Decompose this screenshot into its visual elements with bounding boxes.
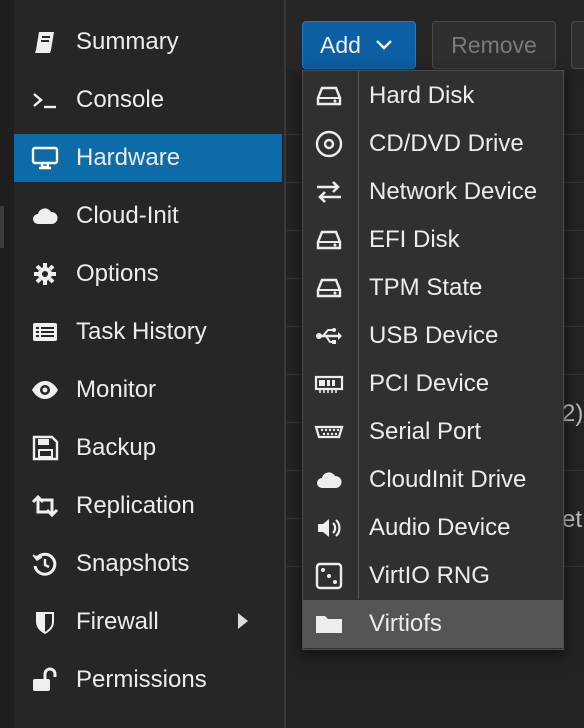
sidebar-item-monitor[interactable]: Monitor: [14, 366, 282, 414]
sidebar-item-console[interactable]: Console: [14, 76, 282, 124]
desktop-icon: [14, 145, 76, 171]
vm-sidebar: Summary Console Hardware Cloud-Init Opti…: [14, 0, 284, 728]
menu-item-efi-disk[interactable]: EFI Disk: [303, 216, 563, 264]
menu-item-serial-port[interactable]: Serial Port: [303, 408, 563, 456]
sidebar-item-hardware[interactable]: Hardware: [14, 134, 282, 182]
submenu-arrow-icon: [236, 611, 250, 636]
hdd-icon: [303, 82, 355, 110]
menu-item-tpm-state[interactable]: TPM State: [303, 264, 563, 312]
add-button-label: Add: [320, 31, 361, 58]
folder-icon: [303, 610, 355, 638]
sidebar-item-task-history[interactable]: Task History: [14, 308, 282, 356]
menu-item-cd-dvd-drive[interactable]: CD/DVD Drive: [303, 120, 563, 168]
terminal-icon: [14, 87, 76, 113]
menu-item-pci-device[interactable]: PCI Device: [303, 360, 563, 408]
sidebar-item-cloud-init[interactable]: Cloud-Init: [14, 192, 282, 240]
menu-item-cloudinit-drive[interactable]: CloudInit Drive: [303, 456, 563, 504]
menu-item-audio-device[interactable]: Audio Device: [303, 504, 563, 552]
eye-icon: [14, 377, 76, 403]
menu-item-network-device[interactable]: Network Device: [303, 168, 563, 216]
list-icon: [14, 319, 76, 345]
shield-icon: [14, 609, 76, 635]
sidebar-item-permissions[interactable]: Permissions: [14, 656, 282, 704]
hdd-icon: [303, 226, 355, 254]
history-icon: [14, 551, 76, 577]
cloud-icon: [303, 466, 355, 494]
sidebar-item-snapshots[interactable]: Snapshots: [14, 540, 282, 588]
sidebar-item-firewall[interactable]: Firewall: [14, 598, 282, 646]
unlock-icon: [14, 667, 76, 693]
row-value-fragment: 2): [562, 400, 584, 427]
exchange-icon: [303, 178, 355, 206]
menu-item-hard-disk[interactable]: Hard Disk: [303, 72, 563, 120]
floppy-icon: [14, 435, 76, 461]
add-button[interactable]: Add: [302, 21, 416, 69]
add-hardware-menu: Hard Disk CD/DVD Drive Network Device EF…: [302, 70, 564, 650]
gear-icon: [14, 261, 76, 287]
retweet-icon: [14, 493, 76, 519]
sidebar-item-options[interactable]: Options: [14, 250, 282, 298]
book-icon: [14, 29, 76, 55]
row-value-fragment: et: [562, 506, 583, 533]
more-button[interactable]: [571, 21, 584, 69]
left-panel-edge: [0, 0, 14, 728]
optical-disc-icon: [303, 130, 355, 158]
serial-port-icon: [303, 418, 355, 446]
chevron-down-icon: [375, 39, 393, 51]
menu-item-usb-device[interactable]: USB Device: [303, 312, 563, 360]
menu-item-virtiofs[interactable]: Virtiofs: [303, 600, 563, 648]
panel-resize-handle[interactable]: [0, 206, 4, 248]
cloud-icon: [14, 203, 76, 229]
sidebar-item-summary[interactable]: Summary: [14, 18, 282, 66]
hdd-icon: [303, 274, 355, 302]
menu-item-virtio-rng[interactable]: VirtIO RNG: [303, 552, 563, 600]
remove-button[interactable]: Remove: [432, 21, 556, 69]
pci-card-icon: [303, 370, 355, 398]
usb-icon: [303, 322, 355, 350]
dice-icon: [303, 562, 355, 590]
sidebar-item-backup[interactable]: Backup: [14, 424, 282, 472]
volume-icon: [303, 514, 355, 542]
sidebar-item-replication[interactable]: Replication: [14, 482, 282, 530]
